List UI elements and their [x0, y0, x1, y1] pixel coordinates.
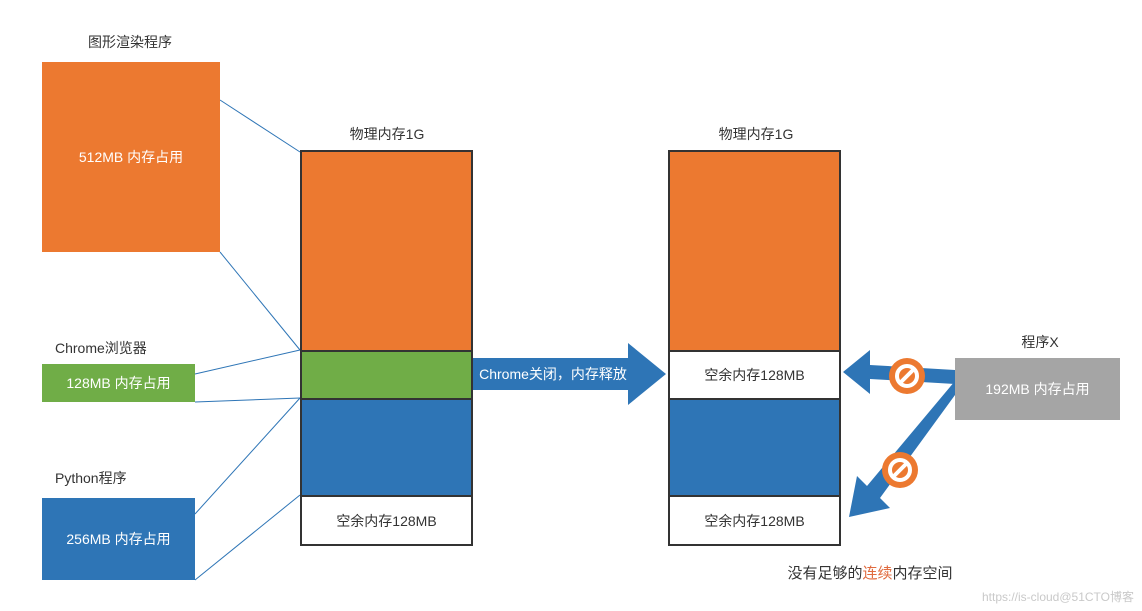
renderer-title: 图形渲染程序 [60, 32, 200, 52]
col2-seg-free-top: 空余内存128MB [670, 350, 839, 398]
memory-col-before: 空余内存128MB [300, 150, 473, 546]
footer-caption: 没有足够的连续内存空间 [750, 562, 990, 583]
python-title: Python程序 [55, 468, 195, 488]
col2-title: 物理内存1G [686, 124, 826, 144]
col1-seg-python [302, 398, 471, 495]
col1-seg-renderer [302, 152, 471, 350]
programx-mem: 192MB 内存占用 [985, 379, 1089, 399]
col2-free-top-label: 空余内存128MB [704, 365, 804, 385]
col2-seg-renderer [670, 152, 839, 350]
col2-seg-python [670, 398, 839, 495]
chrome-mem: 128MB 内存占用 [66, 373, 170, 393]
col2-seg-free-bottom: 空余内存128MB [670, 495, 839, 544]
python-box: 256MB 内存占用 [42, 498, 195, 580]
footer-suffix: 内存空间 [893, 565, 953, 582]
chrome-title: Chrome浏览器 [55, 338, 195, 358]
renderer-box: 512MB 内存占用 [42, 62, 220, 252]
chrome-box: 128MB 内存占用 [42, 364, 195, 402]
col1-seg-chrome [302, 350, 471, 398]
memory-col-after: 空余内存128MB 空余内存128MB [668, 150, 841, 546]
release-arrow-label: Chrome关闭，内存释放 [478, 358, 628, 390]
programx-box: 192MB 内存占用 [955, 358, 1120, 420]
python-mem: 256MB 内存占用 [66, 529, 170, 549]
renderer-mem: 512MB 内存占用 [79, 147, 183, 167]
footer-prefix: 没有足够的 [787, 565, 862, 582]
col1-free-label: 空余内存128MB [336, 511, 436, 531]
col1-seg-free: 空余内存128MB [302, 495, 471, 544]
footer-em: 连续 [862, 565, 892, 582]
watermark: https://is-cloud@51CTO博客 [982, 588, 1134, 605]
col1-title: 物理内存1G [317, 124, 457, 144]
programx-title: 程序X [1000, 332, 1080, 352]
col2-free-bottom-label: 空余内存128MB [704, 511, 804, 531]
